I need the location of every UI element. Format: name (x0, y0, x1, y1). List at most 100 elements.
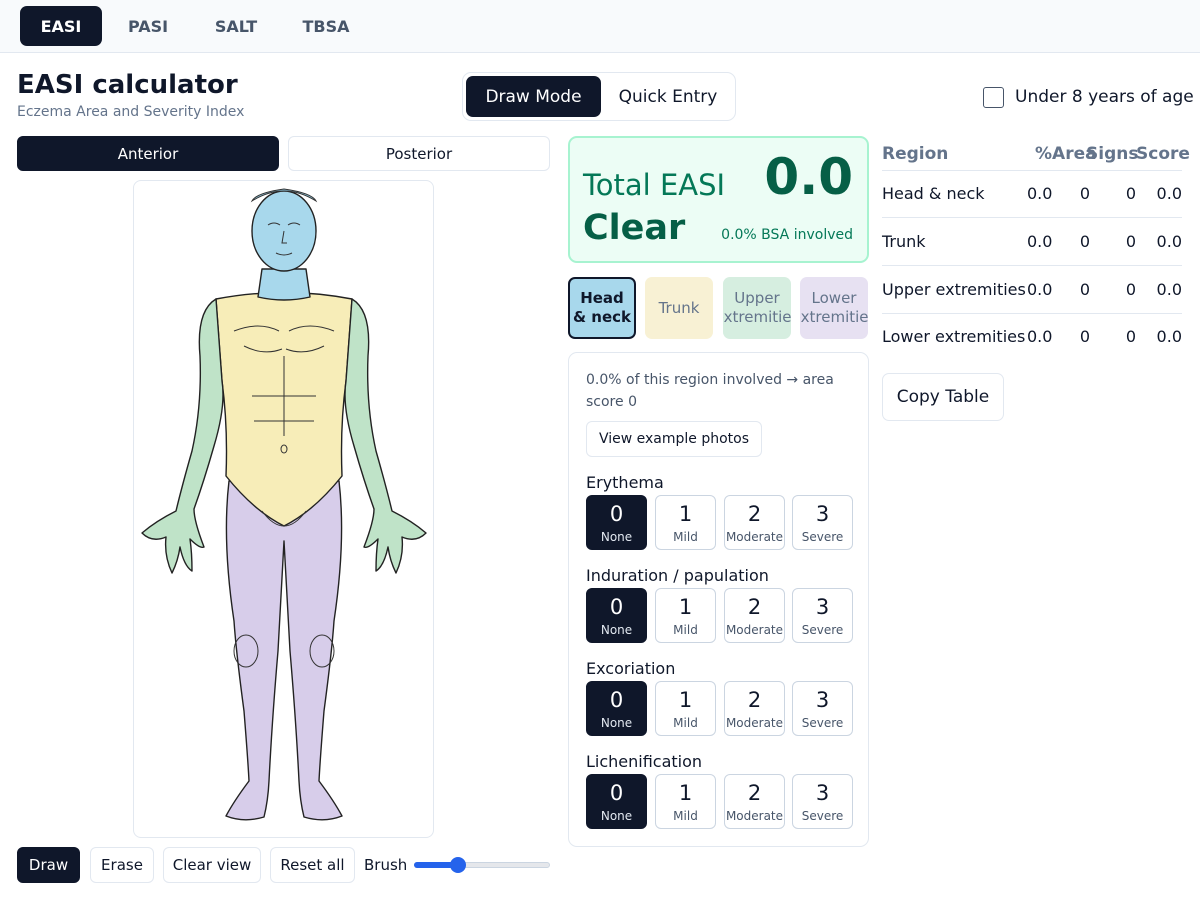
slider-thumb[interactable] (450, 857, 466, 873)
table-cell-signs: 0 (1125, 280, 1136, 299)
tab-easi[interactable]: EASI (20, 6, 102, 46)
score-description: None (600, 530, 633, 544)
score-number: 2 (747, 595, 762, 619)
score-button[interactable]: 1 Mild (655, 495, 716, 550)
score-description: Moderate (725, 530, 784, 544)
score-button[interactable]: 2 Moderate (724, 495, 785, 550)
region-tab-line1: Lower (811, 289, 857, 307)
score-button[interactable]: 3 Severe (792, 681, 853, 736)
score-button[interactable]: 1 Mild (655, 588, 716, 643)
score-button[interactable]: 0 None (586, 774, 647, 829)
score-number: 0 (609, 688, 624, 712)
score-button[interactable]: 3 Severe (792, 495, 853, 550)
score-button[interactable]: 2 Moderate (724, 774, 785, 829)
total-easi-value: 0.0 (764, 148, 853, 206)
region-tab[interactable]: Trunk (645, 277, 713, 339)
posterior-view-button[interactable]: Posterior (288, 136, 550, 171)
region-tab-label: Trunk (659, 299, 700, 318)
score-button[interactable]: 3 Severe (792, 588, 853, 643)
region-tab-label: Head & neck (573, 289, 631, 327)
table-cell-area-score: 0 (1079, 280, 1090, 299)
left-leg-region (225, 480, 343, 821)
draw-mode-button[interactable]: Draw Mode (466, 76, 601, 117)
score-description: Moderate (725, 809, 784, 823)
neck-region (257, 268, 311, 301)
score-description: Severe (801, 809, 844, 823)
mode-switch: Draw Mode Quick Entry (462, 72, 736, 121)
score-description: Severe (801, 716, 844, 730)
score-description: None (600, 716, 633, 730)
score-button[interactable]: 0 None (586, 588, 647, 643)
table-cell-region: Head & neck (882, 184, 985, 203)
region-panel: 0.0% of this region involved → area scor… (568, 352, 869, 847)
view-example-photos-button[interactable]: View example photos (586, 421, 762, 457)
clear-view-button[interactable]: Clear view (163, 847, 261, 883)
anterior-view-button[interactable]: Anterior (17, 136, 279, 171)
score-description: None (600, 623, 633, 637)
body-map-canvas[interactable] (134, 181, 434, 838)
score-description: Mild (673, 716, 698, 730)
under-8-checkbox[interactable] (983, 86, 1004, 108)
reset-all-button[interactable]: Reset all (270, 847, 355, 883)
right-arm-region (141, 298, 224, 574)
under-8-label: Under 8 years of age (1015, 87, 1194, 107)
score-button[interactable]: 1 Mild (655, 681, 716, 736)
total-easi-card: Total EASI 0.0 Clear 0.0% BSA involved (568, 136, 869, 263)
tab-pasi[interactable]: PASI (112, 6, 184, 46)
table-cell-region: Lower extremities (882, 327, 1026, 346)
brush-size-slider[interactable] (414, 857, 550, 873)
score-description: Mild (673, 623, 698, 637)
sign-label: Induration / papulation (586, 566, 769, 585)
score-button[interactable]: 0 None (586, 681, 647, 736)
region-tab-line2: & neck (572, 308, 632, 326)
score-button[interactable]: 2 Moderate (724, 681, 785, 736)
score-button[interactable]: 1 Mild (655, 774, 716, 829)
col-signs-header: Signs (1086, 144, 1139, 164)
score-number: 3 (815, 781, 830, 805)
score-number: 1 (678, 595, 693, 619)
region-tab-label: Upperextremities (723, 289, 791, 327)
score-number: 3 (815, 688, 830, 712)
table-cell-signs: 0 (1125, 327, 1136, 346)
top-navigation: EASI PASI SALT TBSA (0, 0, 1200, 53)
score-button[interactable]: 2 Moderate (724, 588, 785, 643)
row-divider (882, 313, 1182, 314)
total-easi-label: Total EASI (583, 168, 726, 202)
region-involved-text: 0.0% of this region involved → area scor… (586, 372, 834, 410)
col-score-header: Score (1136, 144, 1190, 164)
body-diagram[interactable] (133, 180, 434, 838)
score-button[interactable]: 3 Severe (792, 774, 853, 829)
region-tab-label: Lowerextremities (800, 289, 868, 327)
tab-tbsa[interactable]: TBSA (288, 6, 364, 46)
table-cell-area-score: 0 (1079, 327, 1090, 346)
region-tab[interactable]: Lowerextremities (800, 277, 868, 339)
region-tab[interactable]: Upperextremities (723, 277, 791, 339)
tab-salt[interactable]: SALT (198, 6, 274, 46)
page-subtitle: Eczema Area and Severity Index (17, 104, 245, 120)
brush-label: Brush (364, 856, 408, 874)
table-cell-score: 0.0 (1156, 232, 1182, 251)
table-cell-score: 0.0 (1156, 280, 1182, 299)
table-cell-signs: 0 (1125, 184, 1136, 203)
header-divider (882, 170, 1182, 171)
score-description: Severe (801, 623, 844, 637)
table-cell-score: 0.0 (1156, 327, 1182, 346)
score-button[interactable]: 0 None (586, 495, 647, 550)
score-description: None (600, 809, 633, 823)
table-cell-region: Upper extremities (882, 280, 1026, 299)
under-8-option[interactable]: Under 8 years of age (983, 86, 1194, 108)
draw-tool-button[interactable]: Draw (17, 847, 80, 883)
table-cell-area-score: 0 (1079, 184, 1090, 203)
row-divider (882, 217, 1182, 218)
col-region-header: Region (882, 144, 949, 164)
copy-table-button[interactable]: Copy Table (882, 373, 1004, 421)
quick-entry-button[interactable]: Quick Entry (603, 76, 733, 117)
score-number: 2 (747, 781, 762, 805)
sign-label: Erythema (586, 473, 664, 492)
score-number: 1 (678, 688, 693, 712)
score-description: Moderate (725, 716, 784, 730)
score-description: Mild (673, 809, 698, 823)
region-tab[interactable]: Head & neck (568, 277, 636, 339)
score-description: Mild (673, 530, 698, 544)
erase-tool-button[interactable]: Erase (90, 847, 154, 883)
